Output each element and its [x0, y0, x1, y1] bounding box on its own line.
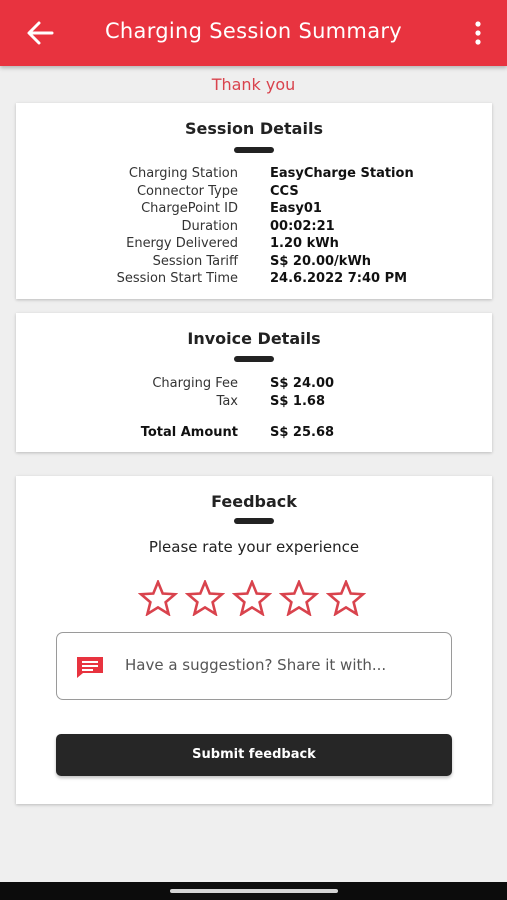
star-4-icon[interactable]: [279, 580, 319, 616]
system-nav-bar: [0, 882, 507, 900]
star-5-icon[interactable]: [326, 580, 366, 616]
detail-value: S$ 20.00/kWh: [270, 253, 372, 269]
detail-label: Duration: [181, 218, 238, 234]
detail-value: 24.6.2022 7:40 PM: [270, 271, 408, 286]
detail-row: Connector Type CCS: [16, 183, 492, 200]
suggestion-placeholder: Have a suggestion? Share it with...: [125, 656, 387, 674]
total-value: S$ 25.68: [270, 425, 335, 440]
detail-value: 00:02:21: [270, 218, 335, 234]
suggestion-input[interactable]: Have a suggestion? Share it with...: [56, 632, 452, 700]
invoice-label: Tax: [216, 394, 238, 409]
detail-row: Energy Delivered 1.20 kWh: [16, 235, 492, 252]
invoice-row: Charging Fee S$ 24.00: [16, 375, 492, 392]
submit-feedback-button[interactable]: Submit feedback: [56, 734, 452, 776]
session-details-title: Session Details: [185, 119, 323, 138]
star-3-icon[interactable]: [232, 580, 272, 616]
chat-bubble-icon: [77, 657, 103, 678]
star-rating: [138, 580, 370, 616]
detail-value: Easy01: [270, 201, 322, 216]
title-underline: [234, 518, 274, 524]
title-underline: [234, 147, 274, 153]
home-gesture-handle[interactable]: [170, 889, 338, 893]
app-bar: Charging Session Summary: [0, 0, 507, 66]
detail-value: 1.20 kWh: [270, 236, 339, 251]
total-label: Total Amount: [140, 425, 238, 440]
star-1-icon[interactable]: [138, 580, 178, 616]
detail-label: Session Start Time: [116, 271, 238, 286]
invoice-details-title: Invoice Details: [187, 329, 321, 348]
title-underline: [234, 356, 274, 362]
detail-label: Connector Type: [136, 183, 238, 199]
detail-row: Charging Station EasyCharge Station: [16, 165, 492, 182]
page-title: Charging Session Summary: [104, 19, 403, 43]
rating-prompt: Please rate your experience: [148, 538, 360, 556]
thank-you-text: Thank you: [211, 75, 296, 94]
invoice-details-card: Invoice Details Charging Fee S$ 24.00 Ta…: [16, 313, 492, 452]
total-row: Total Amount S$ 25.68: [16, 424, 492, 441]
detail-row: Duration 00:02:21: [16, 218, 492, 235]
detail-label: Session Tariff: [152, 253, 238, 269]
star-2-icon[interactable]: [185, 580, 225, 616]
detail-row: Session Start Time 24.6.2022 7:40 PM: [16, 270, 492, 287]
invoice-value: S$ 24.00: [270, 376, 335, 391]
more-vert-icon[interactable]: [473, 20, 483, 46]
detail-label: ChargePoint ID: [141, 201, 238, 216]
session-details-card: Session Details Charging Station EasyCha…: [16, 103, 492, 299]
invoice-value: S$ 1.68: [270, 394, 326, 409]
detail-label: Charging Station: [128, 166, 238, 181]
detail-value: CCS: [270, 183, 299, 199]
invoice-row: Tax S$ 1.68: [16, 393, 492, 410]
invoice-label: Charging Fee: [152, 376, 238, 391]
feedback-card: Feedback Please rate your experience Hav…: [16, 476, 492, 804]
feedback-title: Feedback: [211, 492, 297, 511]
detail-row: Session Tariff S$ 20.00/kWh: [16, 253, 492, 270]
detail-label: Energy Delivered: [126, 236, 238, 251]
detail-value: EasyCharge Station: [270, 166, 414, 181]
detail-row: ChargePoint ID Easy01: [16, 200, 492, 217]
